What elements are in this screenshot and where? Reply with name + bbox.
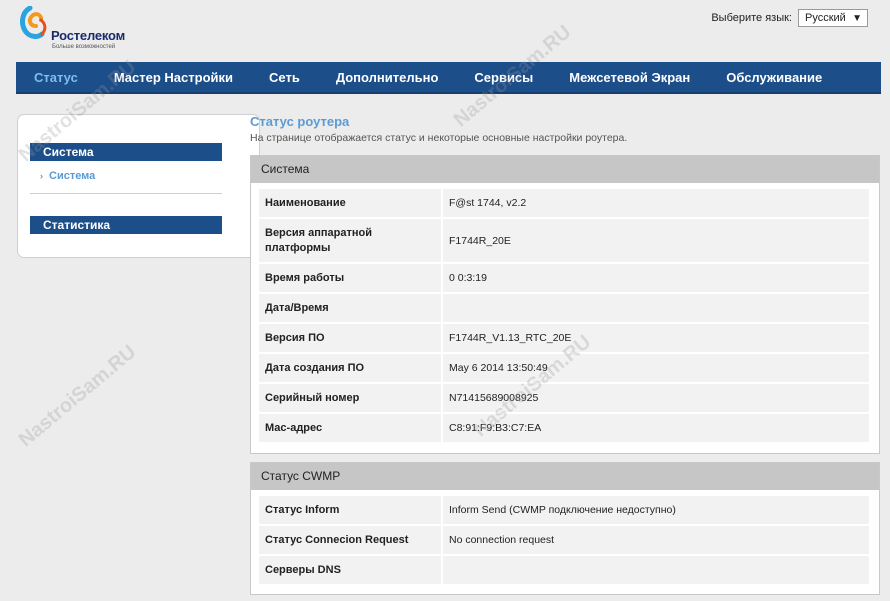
cwmp-panel-title: Статус CWMP bbox=[251, 463, 879, 490]
sidebar-divider bbox=[30, 193, 222, 194]
chevron-down-icon: ▼ bbox=[852, 12, 862, 24]
sidebar: Система › Система Статистика bbox=[17, 114, 260, 258]
language-selector: Выберите язык: Русский ▼ bbox=[711, 9, 868, 27]
sidebar-section-system[interactable]: Система bbox=[30, 143, 222, 161]
row-label: Серверы DNS bbox=[259, 556, 443, 584]
row-value bbox=[443, 294, 869, 322]
nav-item-advanced[interactable]: Дополнительно bbox=[336, 70, 439, 85]
nav-item-network[interactable]: Сеть bbox=[269, 70, 300, 85]
sidebar-section-statistics[interactable]: Статистика bbox=[30, 216, 222, 234]
row-label: Статус Connecion Request bbox=[259, 526, 443, 554]
nav-item-firewall[interactable]: Межсетевой Экран bbox=[569, 70, 690, 85]
logo-name: Ростелеком bbox=[51, 28, 125, 43]
row-label: Мас-адрес bbox=[259, 414, 443, 442]
row-label: Серийный номер bbox=[259, 384, 443, 412]
language-label: Выберите язык: bbox=[711, 12, 792, 24]
table-row: Серийный номер N71415689008925 bbox=[259, 384, 869, 414]
row-value: Inform Send (CWMP подключение недоступно… bbox=[449, 504, 676, 516]
table-row: Время работы 0 0:3:19 bbox=[259, 264, 869, 294]
row-value: C8:91:F9:B3:C7:EA bbox=[449, 422, 542, 434]
watermark: NastroiSam.RU bbox=[14, 340, 141, 452]
table-row: Версия аппаратной платформы F1744R_20E bbox=[259, 219, 869, 264]
nav-item-services[interactable]: Сервисы bbox=[474, 70, 533, 85]
row-label: Наименование bbox=[259, 189, 443, 217]
row-value: No connection request bbox=[449, 534, 555, 546]
table-row: Статус Inform Inform Send (CWMP подключе… bbox=[259, 496, 869, 526]
row-value: N71415689008925 bbox=[449, 392, 539, 404]
bullet-icon: › bbox=[40, 171, 43, 181]
rostelecom-logo: Ростелеком Больше возможностей bbox=[20, 6, 140, 52]
nav-item-status[interactable]: Статус bbox=[34, 70, 78, 85]
language-select[interactable]: Русский ▼ bbox=[798, 9, 868, 27]
row-label: Дата/Время bbox=[259, 294, 443, 322]
row-label: Статус Inform bbox=[259, 496, 443, 524]
table-row: Наименование F@st 1744, v2.2 bbox=[259, 189, 869, 219]
nav-item-wizard[interactable]: Мастер Настройки bbox=[114, 70, 233, 85]
sidebar-item-label: Система bbox=[49, 170, 96, 182]
row-label: Дата создания ПО bbox=[259, 354, 443, 382]
nav-item-maintenance[interactable]: Обслуживание bbox=[726, 70, 822, 85]
table-row: Дата создания ПО May 6 2014 13:50:49 bbox=[259, 354, 869, 384]
cwmp-panel: Статус CWMP Статус Inform Inform Send (C… bbox=[250, 462, 880, 595]
row-label: Версия ПО bbox=[259, 324, 443, 352]
main-nav: Статус Мастер Настройки Сеть Дополнитель… bbox=[16, 62, 881, 94]
sidebar-item-system[interactable]: › Система bbox=[40, 170, 95, 182]
system-panel: Система Наименование F@st 1744, v2.2 Вер… bbox=[250, 155, 880, 454]
row-label: Версия аппаратной платформы bbox=[259, 219, 443, 262]
table-row: Версия ПО F1744R_V1.13_RTC_20E bbox=[259, 324, 869, 354]
table-row: Статус Connecion Request No connection r… bbox=[259, 526, 869, 556]
page-description: На странице отображается статус и некото… bbox=[250, 132, 628, 144]
table-row: Мас-адрес C8:91:F9:B3:C7:EA bbox=[259, 414, 869, 444]
system-panel-title: Система bbox=[251, 156, 879, 183]
page-title: Статус роутера bbox=[250, 114, 350, 129]
row-value bbox=[443, 556, 869, 584]
language-selected: Русский bbox=[805, 12, 846, 24]
row-label: Время работы bbox=[259, 264, 443, 292]
table-row: Серверы DNS bbox=[259, 556, 869, 586]
row-value: May 6 2014 13:50:49 bbox=[449, 362, 548, 374]
rostelecom-logo-icon bbox=[20, 6, 47, 39]
row-value: F1744R_V1.13_RTC_20E bbox=[449, 332, 572, 344]
row-value: 0 0:3:19 bbox=[449, 272, 487, 284]
logo-slogan: Больше возможностей bbox=[52, 44, 116, 50]
row-value: F1744R_20E bbox=[449, 234, 511, 247]
row-value: F@st 1744, v2.2 bbox=[449, 197, 527, 209]
table-row: Дата/Время bbox=[259, 294, 869, 324]
